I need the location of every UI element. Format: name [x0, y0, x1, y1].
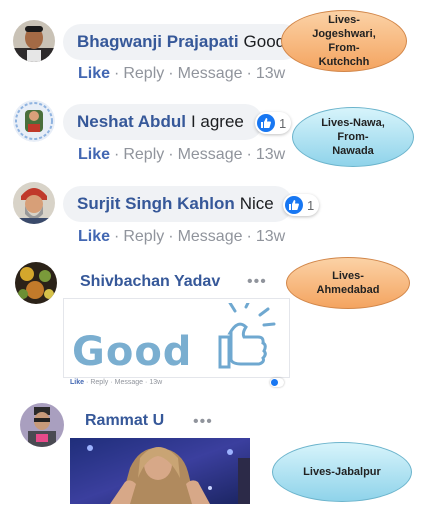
separator: · [168, 146, 174, 163]
message-link[interactable]: Message [178, 146, 243, 163]
comment-gif[interactable] [70, 438, 250, 504]
reaction-count[interactable]: 1 [283, 194, 320, 216]
location-annotation: Lives-Nawa, From-Nawada [292, 107, 414, 167]
separator: · [168, 65, 174, 82]
like-link[interactable]: Like [78, 146, 110, 163]
avatar-photo [15, 262, 57, 304]
comment-actions: Like · Reply · Message · 13w [78, 228, 285, 246]
location-annotation: Lives-Jogeshwari, From-Kutchchh [281, 10, 407, 72]
like-link[interactable]: Like [78, 65, 110, 82]
reaction-number: 1 [307, 197, 315, 213]
separator: · [246, 228, 252, 245]
reply-link[interactable]: Reply [90, 379, 108, 386]
separator: · [86, 379, 89, 386]
comment-bubble: Neshat Abdul I agree [63, 104, 263, 140]
thumbs-up-icon [218, 303, 276, 369]
message-link[interactable]: Message [178, 65, 243, 82]
comment-actions: Like · Reply · Message · 13w [78, 65, 285, 83]
commenter-name[interactable]: Surjit Singh Kahlon [77, 194, 235, 214]
timestamp[interactable]: 13w [256, 228, 285, 245]
comment-actions: Like · Reply · Message · 13w [78, 146, 285, 164]
reaction-count[interactable]: 1 [255, 112, 292, 134]
more-options-icon[interactable]: ••• [247, 273, 267, 291]
separator: · [114, 65, 120, 82]
comment-text: Good [243, 32, 286, 51]
avatar[interactable] [13, 182, 55, 224]
comment-text: I agree [190, 112, 244, 131]
like-reaction-icon [285, 196, 303, 214]
separator: · [110, 379, 113, 386]
more-options-icon[interactable]: ••• [193, 413, 213, 431]
like-reaction-icon [257, 114, 275, 132]
separator: · [114, 146, 120, 163]
sticker-text: Good [72, 329, 193, 375]
separator: · [145, 379, 148, 386]
reply-link[interactable]: Reply [123, 65, 164, 82]
timestamp[interactable]: 13w [256, 146, 285, 163]
comment-sticker[interactable]: Good [63, 298, 290, 378]
separator: · [246, 65, 252, 82]
comment-bubble: Bhagwanji Prajapati Good [63, 24, 301, 60]
commenter-name[interactable]: Bhagwanji Prajapati [77, 32, 239, 52]
avatar-photo [20, 403, 64, 447]
like-link[interactable]: Like [78, 228, 110, 245]
reply-link[interactable]: Reply [123, 228, 164, 245]
avatar-photo [13, 20, 55, 62]
avatar[interactable] [13, 20, 55, 62]
comment-bubble: Surjit Singh Kahlon Nice [63, 186, 293, 222]
avatar[interactable] [20, 403, 64, 447]
reply-link[interactable]: Reply [123, 146, 164, 163]
timestamp[interactable]: 13w [149, 379, 162, 386]
message-link[interactable]: Message [178, 228, 243, 245]
timestamp[interactable]: 13w [256, 65, 285, 82]
like-link[interactable]: Like [70, 379, 84, 386]
message-link[interactable]: Message [115, 379, 143, 386]
avatar-photo [13, 182, 55, 224]
avatar-photo [13, 100, 55, 142]
reaction-number: 1 [279, 115, 287, 131]
commenter-name[interactable]: Neshat Abdul [77, 112, 186, 132]
small-reaction-icon[interactable] [270, 378, 284, 387]
comment-actions: Like · Reply · Message · 13w [70, 379, 162, 386]
commenter-name[interactable]: Rammat U [85, 412, 164, 430]
avatar[interactable] [15, 262, 57, 304]
location-annotation: Lives-Jabalpur [272, 442, 412, 502]
avatar[interactable] [13, 100, 55, 142]
separator: · [168, 228, 174, 245]
separator: · [246, 146, 252, 163]
location-annotation: Lives-Ahmedabad [286, 257, 410, 309]
gif-image [70, 438, 250, 504]
commenter-name[interactable]: Shivbachan Yadav [80, 273, 220, 291]
separator: · [114, 228, 120, 245]
comment-text: Nice [239, 194, 274, 213]
